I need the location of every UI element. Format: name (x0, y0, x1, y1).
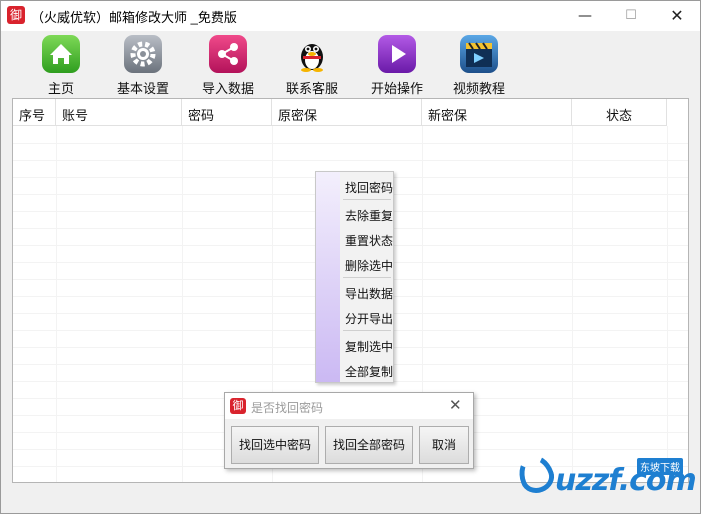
toolbar-start-button[interactable]: 开始操作 (371, 35, 424, 96)
app-logo-icon: 御 (7, 6, 25, 24)
home-icon (42, 35, 80, 73)
menu-item-export-data[interactable]: 导出数据 (345, 285, 393, 302)
row-divider (13, 160, 688, 161)
cancel-button[interactable]: 取消 (419, 426, 469, 464)
menu-item-copy-selected[interactable]: 复制选中 (345, 338, 393, 355)
clapperboard-icon (460, 35, 498, 73)
toolbar-home-button[interactable]: 主页 (39, 35, 83, 96)
watermark-swoosh-icon (513, 450, 559, 498)
menu-separator (343, 277, 391, 278)
recover-password-dialog: 御 是否找回密码 ✕ 找回选中密码 找回全部密码 取消 (224, 392, 474, 469)
toolbar-import-button[interactable]: 导入数据 (202, 35, 255, 96)
column-divider (667, 126, 668, 482)
toolbar-settings-button[interactable]: 基本设置 (117, 35, 170, 96)
context-menu: 找回密码 去除重复 重置状态 删除选中 导出数据 分开导出 复制选中 全部复制 (315, 171, 394, 383)
row-divider (13, 143, 688, 144)
minimize-button[interactable]: — (562, 1, 608, 31)
toolbar-video-label: 视频教程 (453, 81, 506, 96)
toolbar-settings-label: 基本设置 (117, 81, 170, 96)
recover-selected-button[interactable]: 找回选中密码 (231, 426, 319, 464)
column-header-index[interactable]: 序号 (13, 99, 56, 126)
recover-all-button[interactable]: 找回全部密码 (325, 426, 413, 464)
column-divider (182, 126, 183, 482)
column-header-old-security[interactable]: 原密保 (272, 99, 422, 126)
menu-item-reset-status[interactable]: 重置状态 (345, 232, 393, 249)
toolbar-start-label: 开始操作 (371, 81, 424, 96)
column-header-new-security[interactable]: 新密保 (422, 99, 572, 126)
column-header-account[interactable]: 账号 (56, 99, 182, 126)
app-logo-icon: 御 (230, 398, 246, 414)
app-window: 御 （火威优软）邮箱修改大师 _免费版 — ☐ ✕ 主页 基本设置 导入数据 联… (0, 0, 701, 514)
dialog-title-bar[interactable]: 御 是否找回密码 ✕ (225, 393, 473, 419)
maximize-button[interactable]: ☐ (608, 1, 654, 31)
context-menu-side-strip (316, 172, 340, 382)
toolbar-import-label: 导入数据 (202, 81, 255, 96)
menu-separator (343, 330, 391, 331)
toolbar-video-button[interactable]: 视频教程 (453, 35, 506, 96)
toolbar-home-label: 主页 (47, 81, 74, 96)
menu-item-copy-all[interactable]: 全部复制 (345, 363, 393, 380)
watermark-badge: 东坡下载 (637, 458, 683, 475)
menu-item-remove-duplicates[interactable]: 去除重复 (345, 207, 393, 224)
toolbar: 主页 基本设置 导入数据 联系客服 开始操作 视频教程 (1, 31, 700, 97)
dialog-title: 是否找回密码 (251, 401, 324, 415)
share-icon (209, 35, 247, 73)
menu-item-export-separately[interactable]: 分开导出 (345, 310, 393, 327)
column-divider (572, 126, 573, 482)
toolbar-support-button[interactable]: 联系客服 (286, 35, 339, 96)
play-icon (378, 35, 416, 73)
toolbar-support-label: 联系客服 (286, 81, 339, 96)
column-divider (56, 126, 57, 482)
qq-penguin-icon (293, 35, 331, 73)
menu-item-recover-password[interactable]: 找回密码 (345, 179, 393, 196)
menu-separator (343, 199, 391, 200)
window-title: （火威优软）邮箱修改大师 _免费版 (31, 10, 237, 25)
column-header-status[interactable]: 状态 (572, 99, 667, 126)
gear-icon (124, 35, 162, 73)
title-bar[interactable]: 御 （火威优软）邮箱修改大师 _免费版 — ☐ ✕ (1, 1, 700, 31)
column-header-password[interactable]: 密码 (182, 99, 272, 126)
menu-item-delete-selected[interactable]: 删除选中 (345, 257, 393, 274)
watermark-logo: uzzf.com 东坡下载 (513, 450, 697, 503)
dialog-close-button[interactable]: ✕ (449, 396, 462, 414)
close-button[interactable]: ✕ (654, 1, 700, 31)
